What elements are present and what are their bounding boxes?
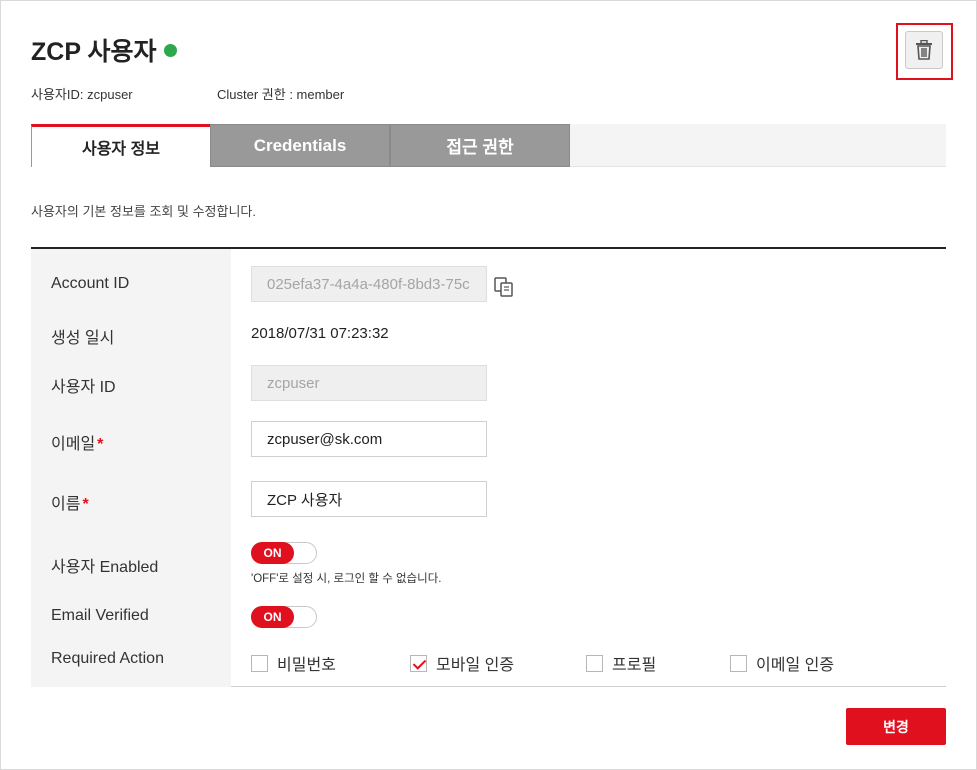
save-button[interactable]: 변경 [846,708,946,745]
checkbox-label: 비밀번호 [277,657,336,674]
status-dot-icon [163,43,177,57]
tab-user-info[interactable]: 사용자 정보 [31,124,211,167]
cluster-role-meta: Cluster 권한 : member [217,87,345,102]
email-verified-toggle-knob: ON [251,606,294,628]
checkbox-password[interactable]: 비밀번호 [251,651,336,675]
tab-access-rights[interactable]: 접근 권한 [390,124,570,167]
checkbox-label: 이메일 인증 [756,657,835,674]
email-label-text: 이메일 [51,436,96,453]
enabled-toggle-knob: ON [251,542,294,564]
email-label: 이메일 * [51,430,103,454]
created-at-value: 2018/07/31 07:23:32 [251,325,389,342]
created-at-label: 생성 일시 [51,330,115,347]
section-description: 사용자의 기본 정보를 조회 및 수정합니다. [31,204,256,219]
page-title-text: ZCP 사용자 [31,38,157,66]
checkbox-email-auth[interactable]: 이메일 인증 [730,651,834,675]
checkbox-box [251,654,268,672]
checkmark-icon [410,654,427,672]
username-field: zcpuser [251,365,487,401]
account-id-label: Account ID [51,275,130,292]
tab-credentials[interactable]: Credentials [210,124,390,167]
tab-bar: 사용자 정보 Credentials 접근 권한 [31,124,946,167]
user-id-meta: 사용자ID: zcpuser [31,87,133,102]
copy-icon[interactable] [492,275,516,299]
checkbox-mobile-auth[interactable]: 모바일 인증 [410,651,514,675]
name-label: 이름 * [51,490,89,514]
required-mark: * [97,436,104,453]
enabled-label: 사용자 Enabled [51,559,159,576]
email-verified-label: Email Verified [51,607,149,624]
email-verified-toggle[interactable]: ON [251,606,317,628]
enabled-hint: 'OFF'로 설정 시, 로그인 할 수 없습니다. [251,573,442,585]
name-label-text: 이름 [51,496,81,513]
email-field[interactable]: zcpuser@sk.com [251,421,487,457]
required-action-label: Required Action [51,650,164,667]
checkbox-box [730,654,747,672]
required-mark: * [82,496,89,513]
trash-icon [916,40,932,60]
delete-button[interactable] [905,31,943,69]
account-id-field: 025efa37-4a4a-480f-8bd3-75c [251,266,487,302]
checkbox-label: 모바일 인증 [436,657,515,674]
page-title: ZCP 사용자 [31,32,177,68]
name-field[interactable]: ZCP 사용자 [251,481,487,517]
user-info-form: Account ID 025efa37-4a4a-480f-8bd3-75c 생… [31,247,946,687]
checkbox-label: 프로필 [612,657,657,674]
enabled-toggle[interactable]: ON [251,542,317,564]
checkbox-profile[interactable]: 프로필 [586,651,656,675]
checkbox-box [586,654,603,672]
username-label: 사용자 ID [51,379,116,396]
